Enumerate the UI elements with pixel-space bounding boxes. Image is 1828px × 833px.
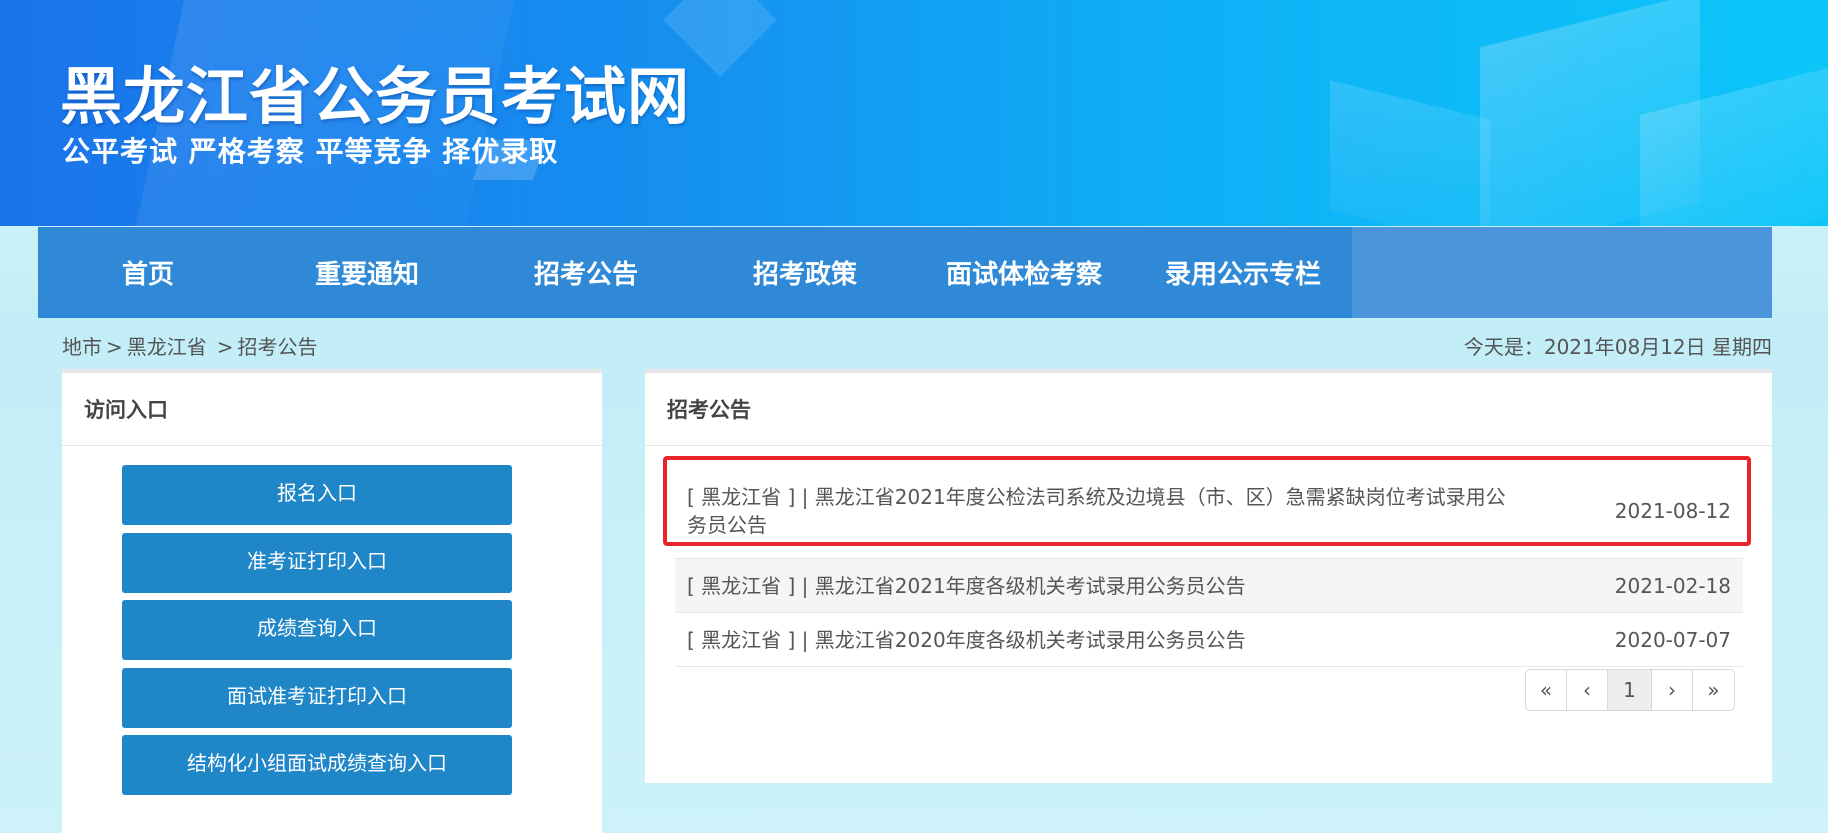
nav-item-important-notices[interactable]: 重要通知 (258, 227, 476, 318)
first-page-button[interactable]: « (1526, 670, 1567, 710)
next-page-button[interactable]: › (1652, 670, 1693, 710)
breadcrumb-item-province[interactable]: 黑龙江省 (127, 335, 207, 359)
interview-ticket-print-button[interactable]: 面试准考证打印入口 (122, 668, 512, 728)
prev-page-button[interactable]: ‹ (1567, 670, 1608, 710)
nav-item-interview-exam[interactable]: 面试体检考察 (914, 227, 1134, 318)
breadcrumb: 地市 > 黑龙江省 > 招考公告 (62, 331, 318, 360)
announcement-date: 2021-08-12 (1614, 498, 1731, 523)
list-item[interactable]: [ 黑龙江省 ] | 黑龙江省2021年度公检法司系统及边境县（市、区）急需紧缺… (675, 463, 1743, 559)
announcement-list: [ 黑龙江省 ] | 黑龙江省2021年度公检法司系统及边境县（市、区）急需紧缺… (675, 463, 1743, 667)
announcement-title[interactable]: [ 黑龙江省 ] | 黑龙江省2021年度公检法司系统及边境县（市、区）急需紧缺… (687, 483, 1517, 539)
nav-item-recruitment-announcements[interactable]: 招考公告 (476, 227, 696, 318)
breadcrumb-separator: > (216, 335, 234, 359)
announcement-date: 2021-02-18 (1614, 573, 1731, 598)
today-date: 今天是：2021年08月12日 星期四 (1463, 335, 1772, 359)
nav-filler (1352, 227, 1772, 318)
page-number-current[interactable]: 1 (1608, 670, 1652, 710)
announcement-date: 2020-07-07 (1614, 627, 1731, 652)
breadcrumb-item-current[interactable]: 招考公告 (238, 335, 318, 359)
panel-title: 访问入口 (62, 373, 602, 446)
list-item[interactable]: [ 黑龙江省 ] | 黑龙江省2020年度各级机关考试录用公务员公告 2020-… (675, 613, 1743, 667)
breadcrumb-item-city[interactable]: 地市 (62, 335, 102, 359)
access-entry-panel: 访问入口 报名入口 准考证打印入口 成绩查询入口 面试准考证打印入口 结构化小组… (62, 369, 602, 833)
last-page-button[interactable]: » (1693, 670, 1734, 710)
main-nav: 首页 重要通知 招考公告 招考政策 面试体检考察 录用公示专栏 (38, 227, 1772, 318)
nav-item-hiring-publicity[interactable]: 录用公示专栏 (1134, 227, 1352, 318)
group-interview-score-query-button[interactable]: 结构化小组面试成绩查询入口 (122, 735, 512, 795)
registration-entry-button[interactable]: 报名入口 (122, 465, 512, 525)
site-title: 黑龙江省公务员考试网 (60, 60, 691, 133)
nav-item-recruitment-policy[interactable]: 招考政策 (696, 227, 914, 318)
nav-item-home[interactable]: 首页 (38, 227, 258, 318)
announcement-title[interactable]: [ 黑龙江省 ] | 黑龙江省2020年度各级机关考试录用公务员公告 (687, 626, 1246, 654)
list-item[interactable]: [ 黑龙江省 ] | 黑龙江省2021年度各级机关考试录用公务员公告 2021-… (675, 559, 1743, 613)
panel-title: 招考公告 (645, 373, 1772, 446)
admission-ticket-print-button[interactable]: 准考证打印入口 (122, 533, 512, 593)
pagination: « ‹ 1 › » (1525, 669, 1735, 711)
banner-decoration (1330, 80, 1490, 226)
announcements-panel: 招考公告 [ 黑龙江省 ] | 黑龙江省2021年度公检法司系统及边境县（市、区… (645, 369, 1772, 783)
score-query-button[interactable]: 成绩查询入口 (122, 600, 512, 660)
announcement-title[interactable]: [ 黑龙江省 ] | 黑龙江省2021年度各级机关考试录用公务员公告 (687, 572, 1246, 600)
site-slogan: 公平考试 严格考察 平等竞争 择优录取 (62, 135, 559, 168)
breadcrumb-separator: > (106, 335, 123, 359)
site-banner: 黑龙江省公务员考试网 公平考试 严格考察 平等竞争 择优录取 (0, 0, 1828, 226)
